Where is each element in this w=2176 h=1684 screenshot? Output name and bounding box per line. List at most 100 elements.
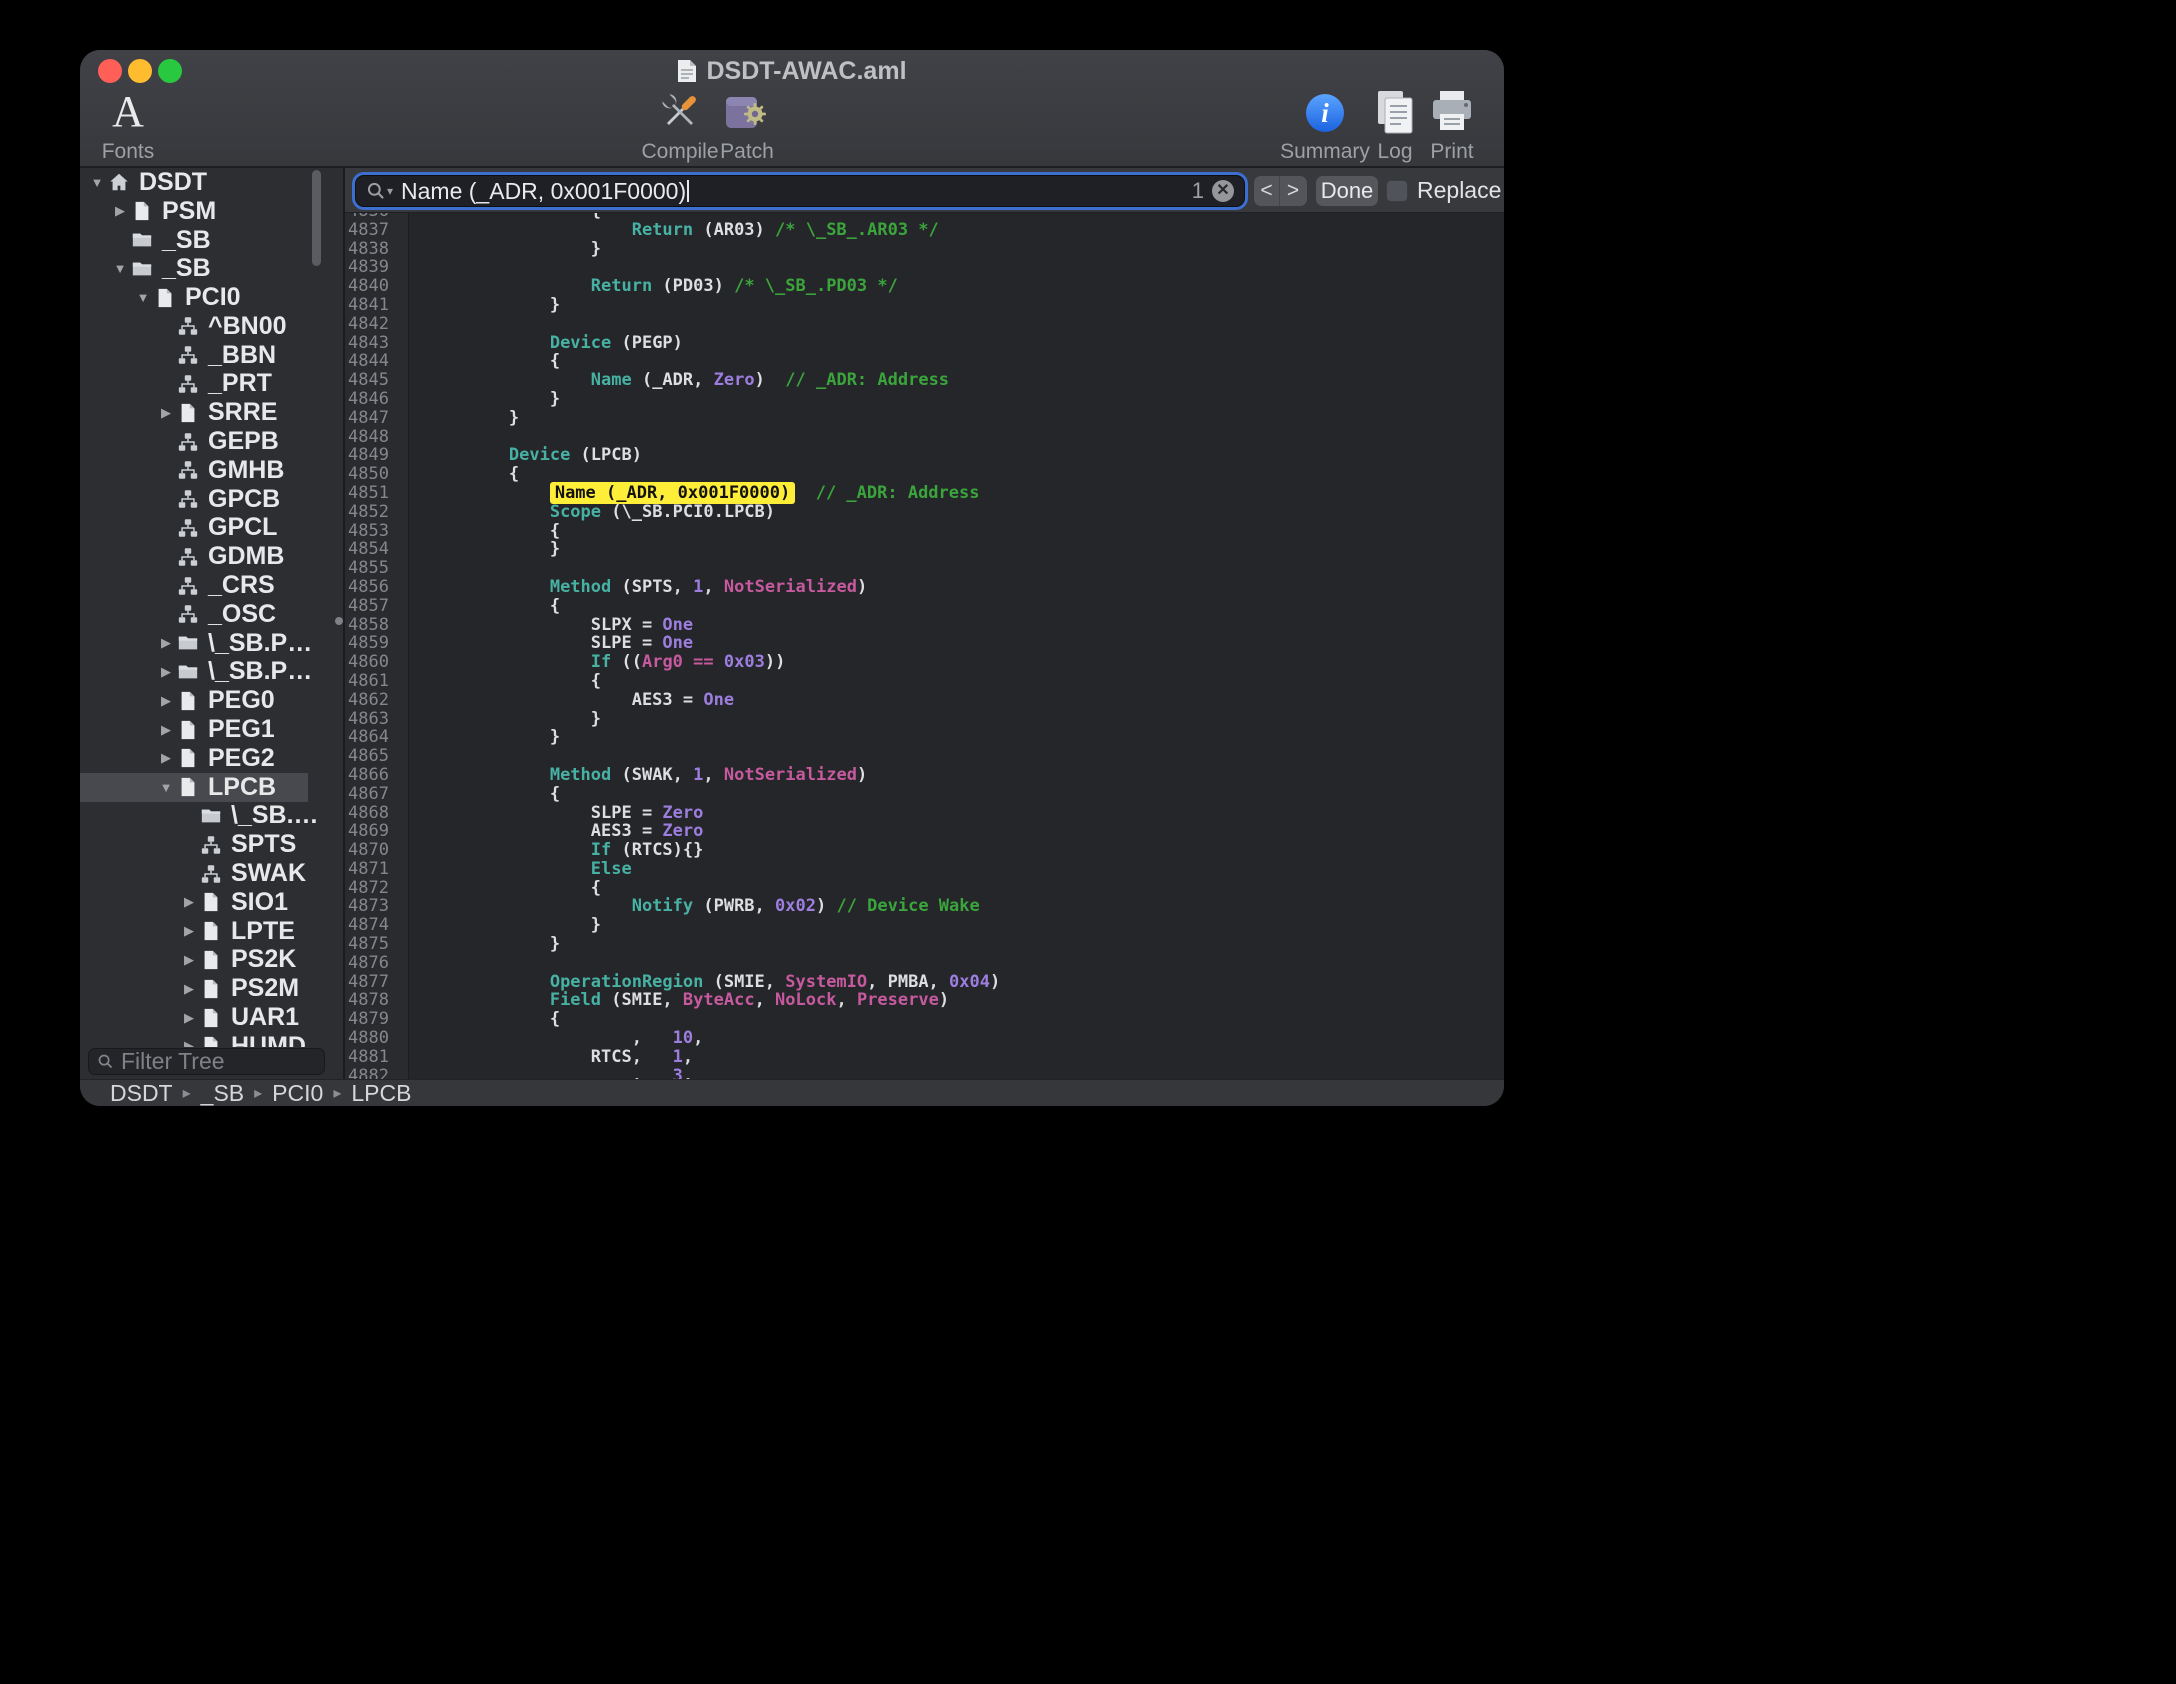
tree-item-_CRS[interactable]: _CRS — [80, 571, 343, 600]
method-icon — [177, 546, 201, 568]
line-number: 4861 — [345, 672, 408, 691]
tree-item-GMHB[interactable]: GMHB — [80, 456, 343, 485]
chevron-right-icon[interactable]: ▶ — [155, 722, 177, 738]
chevron-right-icon[interactable]: ▶ — [155, 664, 177, 680]
tree-item-PS2K[interactable]: ▶PS2K — [80, 946, 343, 975]
tree-item-PCI0[interactable]: ▼PCI0 — [80, 283, 343, 312]
fonts-button[interactable]: A Fonts — [80, 88, 188, 164]
tree-item-_OSC[interactable]: _OSC — [80, 600, 343, 629]
chevron-right-icon[interactable]: ▶ — [109, 203, 131, 219]
chevron-right-icon[interactable]: ▶ — [178, 981, 200, 997]
tree-item-PS2M[interactable]: ▶PS2M — [80, 974, 343, 1003]
search-input[interactable]: ▾ Name (_ADR, 0x001F0000) 1 ✕ — [356, 176, 1244, 206]
line-number: 4847 — [345, 409, 408, 428]
chevron-right-icon[interactable]: ▶ — [178, 1010, 200, 1026]
code-line — [427, 747, 1504, 766]
line-number: 4872 — [345, 879, 408, 898]
line-number: 4881 — [345, 1048, 408, 1067]
breadcrumb-item-_SB[interactable]: _SB — [201, 1080, 244, 1107]
search-menu-icon[interactable]: ▾ — [366, 181, 393, 201]
code-line: } — [427, 935, 1504, 954]
line-number: 4844 — [345, 352, 408, 371]
filter-placeholder: Filter Tree — [121, 1048, 225, 1075]
chevron-right-icon[interactable]: ▶ — [155, 750, 177, 766]
chevron-right-icon[interactable]: ▶ — [155, 405, 177, 421]
tree-item-PSM[interactable]: ▶PSM — [80, 197, 343, 226]
doc-icon — [177, 747, 201, 769]
tree-item-LPTE[interactable]: ▶LPTE — [80, 917, 343, 946]
code-line: SLPE = One — [427, 634, 1504, 653]
breadcrumb-item-DSDT[interactable]: DSDT — [110, 1080, 173, 1107]
filter-tree-input[interactable]: Filter Tree — [88, 1048, 325, 1075]
chevron-right-icon[interactable]: ▶ — [178, 923, 200, 939]
previous-match-button[interactable]: < — [1254, 176, 1280, 206]
tree-item-UAR1[interactable]: ▶ UAR1 — [80, 1003, 343, 1032]
done-button[interactable]: Done — [1316, 176, 1378, 206]
replace-checkbox[interactable] — [1386, 180, 1408, 202]
tree-item-_SB[interactable]: ▼_SB — [80, 254, 343, 283]
tree-item-DSDT[interactable]: ▼DSDT — [80, 168, 343, 197]
tree-item-\_SB.P…[interactable]: ▶\_SB.P… — [80, 658, 343, 687]
tree-item-GPCL[interactable]: GPCL — [80, 514, 343, 543]
doc-icon — [154, 287, 178, 309]
tree-item-SPTS[interactable]: SPTS — [80, 830, 343, 859]
code-line: } — [427, 540, 1504, 559]
chevron-right-icon[interactable]: ▶ — [178, 894, 200, 910]
sidebar-scrollbar[interactable] — [312, 170, 321, 266]
tree-item-GEPB[interactable]: GEPB — [80, 427, 343, 456]
tree-item-SRRE[interactable]: ▶ SRRE — [80, 398, 343, 427]
code-line: OperationRegion (SMIE, SystemIO, PMBA, 0… — [427, 973, 1504, 992]
line-number: 4874 — [345, 916, 408, 935]
line-number: 4860 — [345, 653, 408, 672]
tree-item-PEG0[interactable]: ▶PEG0 — [80, 686, 343, 715]
chevron-right-icon[interactable]: ▶ — [155, 693, 177, 709]
tree-item-_BBN[interactable]: _BBN — [80, 341, 343, 370]
tree-item-^BN00[interactable]: ^BN00 — [80, 312, 343, 341]
tree-item-LPCB[interactable]: ▼LPCB — [80, 773, 308, 802]
tree-item-\_SB.P…[interactable]: ▶ \_SB.P… — [80, 629, 343, 658]
line-number: 4841 — [345, 296, 408, 315]
content-area: ▼DSDT▶PSM_SB▼_SB▼PCI0^BN00_BBN_PRT▶SRREG… — [80, 168, 1504, 1079]
code-line: Name (_ADR, Zero) // _ADR: Address — [427, 371, 1504, 390]
tree-item-GDMB[interactable]: GDMB — [80, 542, 343, 571]
chevron-down-icon[interactable]: ▼ — [109, 261, 131, 276]
app-window: DSDT-AWAC.aml A Fonts Compile — [80, 50, 1504, 1106]
tree-item-PEG2[interactable]: ▶PEG2 — [80, 744, 343, 773]
tree-item-label: HUMD — [231, 1032, 306, 1047]
code-line: If ((Arg0 == 0x03)) — [427, 653, 1504, 672]
chevron-down-icon[interactable]: ▼ — [86, 175, 108, 190]
code-line: Device (LPCB) — [427, 446, 1504, 465]
doc-icon — [200, 949, 224, 971]
breadcrumb-item-LPCB[interactable]: LPCB — [351, 1080, 411, 1107]
next-match-button[interactable]: > — [1280, 176, 1306, 206]
code-editor[interactable]: 4836483748384839484048414842484348444845… — [345, 213, 1504, 1079]
chevron-down-icon[interactable]: ▼ — [155, 780, 177, 795]
clear-search-icon[interactable]: ✕ — [1212, 180, 1234, 202]
chevron-down-icon[interactable]: ▼ — [132, 290, 154, 305]
splitter-handle[interactable] — [335, 617, 343, 625]
tree-item-SIO1[interactable]: ▶SIO1 — [80, 888, 343, 917]
chevron-right-icon[interactable]: ▶ — [178, 952, 200, 968]
chevron-right-icon[interactable]: ▶ — [155, 635, 177, 651]
tree-item-\_SB.…[interactable]: \_SB.… — [80, 802, 343, 831]
tree-item-PEG1[interactable]: ▶PEG1 — [80, 715, 343, 744]
tree-item-GPCB[interactable]: GPCB — [80, 485, 343, 514]
text-cursor — [687, 180, 689, 202]
code-pane[interactable]: { Return (AR03) /* \_SB_.AR03 */ } Retur… — [409, 213, 1504, 1079]
tree-item-label: SRRE — [208, 398, 277, 427]
tree-item-_SB[interactable]: _SB — [80, 226, 343, 255]
method-icon — [177, 344, 201, 366]
chevron-right-icon[interactable]: ▶ — [178, 1038, 200, 1047]
tree-item-SWAK[interactable]: SWAK — [80, 859, 343, 888]
tree-item-HUMD[interactable]: ▶ HUMD — [80, 1032, 343, 1047]
print-button[interactable]: Print — [1392, 88, 1504, 164]
filter-row: Filter Tree — [80, 1047, 343, 1077]
tree-item-label: UAR1 — [231, 1003, 299, 1032]
breadcrumb-item-PCI0[interactable]: PCI0 — [272, 1080, 323, 1107]
tree-item-label: _OSC — [208, 600, 276, 629]
code-line: } — [427, 916, 1504, 935]
tree-item-label: \_SB.P… — [208, 629, 312, 658]
tree-item-_PRT[interactable]: _PRT — [80, 370, 343, 399]
doc-icon — [200, 920, 224, 942]
patch-button[interactable]: Patch — [687, 88, 807, 164]
